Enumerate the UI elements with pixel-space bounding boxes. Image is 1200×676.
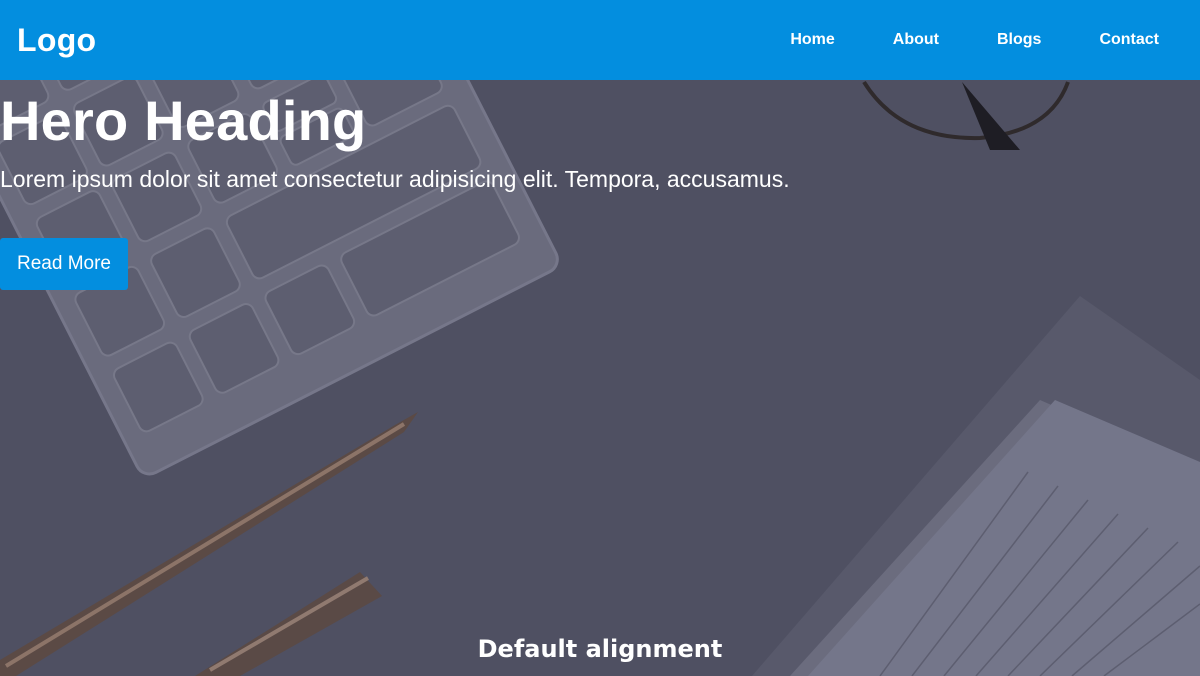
nav-item-blogs: Blogs <box>997 31 1041 49</box>
hero-section: Hero Heading Lorem ipsum dolor sit amet … <box>0 88 1200 290</box>
nav-link-home[interactable]: Home <box>790 31 834 48</box>
nav-item-home: Home <box>790 31 834 49</box>
nav-link-about[interactable]: About <box>893 31 939 48</box>
nav-links: Home About Blogs Contact <box>732 31 1183 49</box>
alignment-caption: Default alignment <box>477 635 723 663</box>
navbar: Logo Home About Blogs Contact <box>0 0 1200 80</box>
nav-link-contact[interactable]: Contact <box>1099 31 1159 48</box>
nav-item-about: About <box>893 31 939 49</box>
nav-item-contact: Contact <box>1099 31 1159 49</box>
read-more-button[interactable]: Read More <box>0 238 128 290</box>
hero-heading: Hero Heading <box>0 89 367 152</box>
hero-text: Lorem ipsum dolor sit amet consectetur a… <box>0 166 790 192</box>
nav-link-blogs[interactable]: Blogs <box>997 31 1041 48</box>
logo[interactable]: Logo <box>17 22 96 59</box>
page: Logo Home About Blogs Contact Hero Headi… <box>0 0 1200 676</box>
